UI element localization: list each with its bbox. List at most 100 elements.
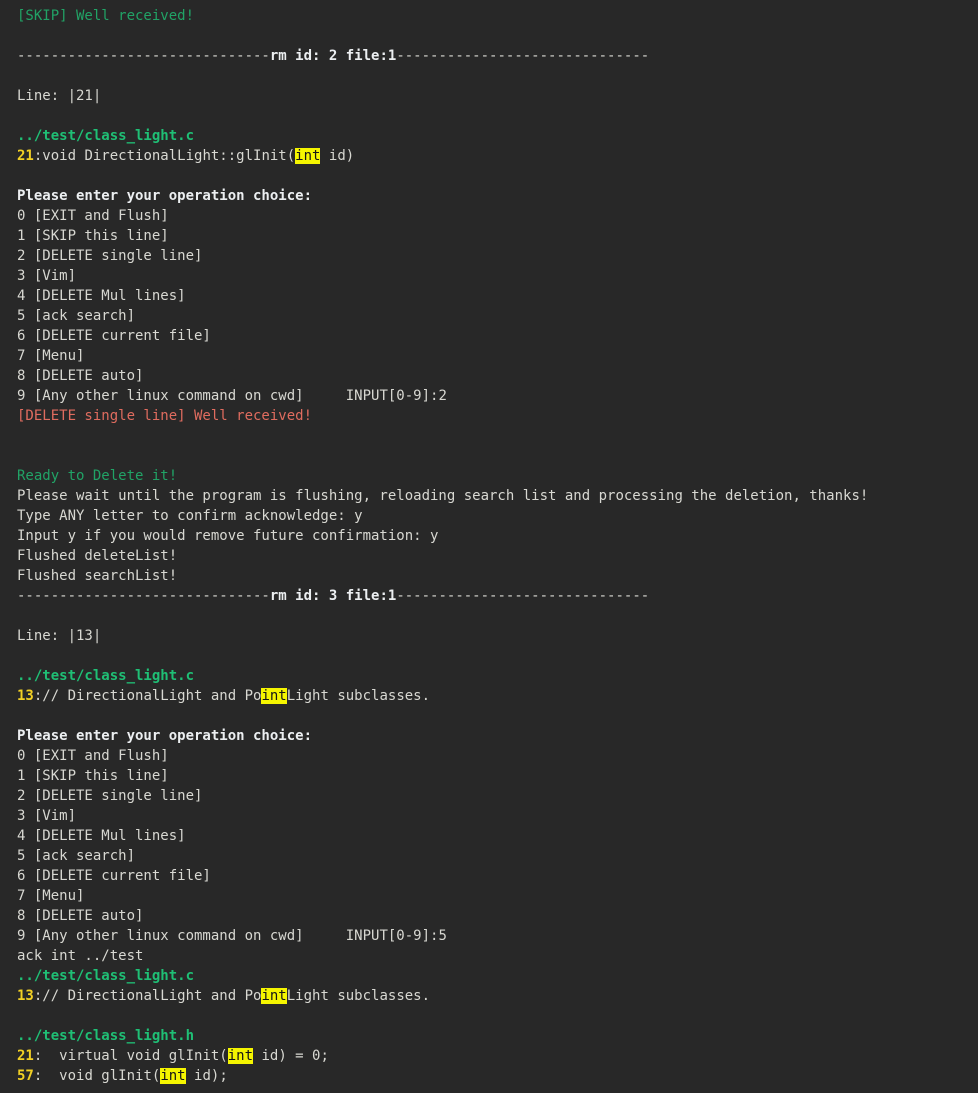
match-text-after: Light subclasses. xyxy=(286,688,431,704)
separator-rm-id-2: ------------------------------rm id: 2 f… xyxy=(17,46,978,66)
please-wait-text: Please wait until the program is flushin… xyxy=(17,488,869,504)
prompt-heading-2: Please enter your operation choice: xyxy=(17,726,978,746)
skip-ack-line: [SKIP] Well received! xyxy=(17,6,978,26)
delete-ack-text: [DELETE single line] Well received! xyxy=(17,408,313,424)
match-text-before: void DirectionalLight::glInit( xyxy=(42,148,296,164)
separator-rm-id-3: ------------------------------rm id: 3 f… xyxy=(17,586,978,606)
menu-item-label: 1 [SKIP this line] xyxy=(17,228,169,244)
match-text-before: void glInit( xyxy=(42,1068,161,1084)
menu-input-gap xyxy=(304,388,346,404)
ack-command-text: ack int ../test xyxy=(17,948,144,964)
menu-item-label: 8 [DELETE auto] xyxy=(17,368,144,384)
menu-item-4[interactable]: 4 [DELETE Mul lines] xyxy=(17,286,978,306)
menu-item-8[interactable]: 8 [DELETE auto] xyxy=(17,366,978,386)
prompt-heading-text: Please enter your operation choice: xyxy=(17,728,313,744)
menu-item-1[interactable]: 1 [SKIP this line] xyxy=(17,766,978,786)
menu-item-label: 6 [DELETE current file] xyxy=(17,868,211,884)
menu-item-5[interactable]: 5 [ack search] xyxy=(17,846,978,866)
please-wait-line: Please wait until the program is flushin… xyxy=(17,486,978,506)
input-value[interactable]: 5 xyxy=(438,928,446,944)
match-text-after: id) = 0; xyxy=(253,1048,329,1064)
file-path-1[interactable]: ../test/class_light.c xyxy=(17,126,978,146)
match-line-3: 13:// DirectionalLight and PointLight su… xyxy=(17,986,978,1006)
match-highlight: int xyxy=(261,688,287,704)
flushed-search-line: Flushed searchList! xyxy=(17,566,978,586)
confirm-ack-line: Type ANY letter to confirm acknowledge: … xyxy=(17,506,978,526)
menu-item-4[interactable]: 4 [DELETE Mul lines] xyxy=(17,826,978,846)
menu-item-label: 2 [DELETE single line] xyxy=(17,248,203,264)
menu-item-8[interactable]: 8 [DELETE auto] xyxy=(17,906,978,926)
skip-ack-text: [SKIP] Well received! xyxy=(17,8,195,24)
confirm-ack-value[interactable]: y xyxy=(354,508,362,524)
menu-item-0[interactable]: 0 [EXIT and Flush] xyxy=(17,746,978,766)
terminal-output: [SKIP] Well received! ------------------… xyxy=(0,0,978,1093)
menu-item-label: 3 [Vim] xyxy=(17,808,77,824)
file-path-2[interactable]: ../test/class_light.c xyxy=(17,666,978,686)
separator-label: rm id: 2 file:1 xyxy=(269,48,397,64)
match-lineno: 13 xyxy=(17,988,34,1004)
file-path-text: ../test/class_light.h xyxy=(17,1028,195,1044)
menu-item-9-with-input-1[interactable]: 9 [Any other linux command on cwd] INPUT… xyxy=(17,386,978,406)
flushed-delete-line: Flushed deleteList! xyxy=(17,546,978,566)
menu-item-6[interactable]: 6 [DELETE current file] xyxy=(17,326,978,346)
future-confirm-line: Input y if you would remove future confi… xyxy=(17,526,978,546)
menu-item-label: 0 [EXIT and Flush] xyxy=(17,748,169,764)
match-lineno: 21 xyxy=(17,1048,34,1064)
menu-item-label: 3 [Vim] xyxy=(17,268,77,284)
menu-item-6[interactable]: 6 [DELETE current file] xyxy=(17,866,978,886)
menu-item-1[interactable]: 1 [SKIP this line] xyxy=(17,226,978,246)
match-text-after: id) xyxy=(320,148,355,164)
input-prompt-label: INPUT[0-9]: xyxy=(345,388,439,404)
menu-item-label: 5 [ack search] xyxy=(17,848,136,864)
match-line-5: 57: void glInit(int id); xyxy=(17,1066,978,1086)
delete-ack-line: [DELETE single line] Well received! xyxy=(17,406,978,426)
menu-item-label: 4 [DELETE Mul lines] xyxy=(17,288,186,304)
match-lineno: 57 xyxy=(17,1068,34,1084)
menu-item-2[interactable]: 2 [DELETE single line] xyxy=(17,786,978,806)
match-line-4: 21: virtual void glInit(int id) = 0; xyxy=(17,1046,978,1066)
match-text-before: virtual void glInit( xyxy=(42,1048,228,1064)
menu-item-3[interactable]: 3 [Vim] xyxy=(17,266,978,286)
future-confirm-value[interactable]: y xyxy=(430,528,438,544)
menu-item-7[interactable]: 7 [Menu] xyxy=(17,886,978,906)
confirm-ack-prompt: Type ANY letter to confirm acknowledge: xyxy=(17,508,355,524)
menu-item-5[interactable]: 5 [ack search] xyxy=(17,306,978,326)
line-indicator-2: Line: |13| xyxy=(17,626,978,646)
match-text-after: id); xyxy=(185,1068,228,1084)
menu-item-label: 8 [DELETE auto] xyxy=(17,908,144,924)
input-value[interactable]: 2 xyxy=(438,388,446,404)
match-highlight: int xyxy=(160,1068,186,1084)
menu-item-label: 6 [DELETE current file] xyxy=(17,328,211,344)
file-path-text: ../test/class_light.c xyxy=(17,128,195,144)
menu-item-7[interactable]: 7 [Menu] xyxy=(17,346,978,366)
menu-item-label: 7 [Menu] xyxy=(17,348,85,364)
match-line-1: 21:void DirectionalLight::glInit(int id) xyxy=(17,146,978,166)
menu-item-label: 0 [EXIT and Flush] xyxy=(17,208,169,224)
flushed-delete-text: Flushed deleteList! xyxy=(17,548,178,564)
separator-label: rm id: 3 file:1 xyxy=(269,588,397,604)
separator-right-dashes: ------------------------------ xyxy=(396,48,650,64)
menu-item-label: 9 [Any other linux command on cwd] xyxy=(17,928,304,944)
menu-item-label: 4 [DELETE Mul lines] xyxy=(17,828,186,844)
menu-item-3[interactable]: 3 [Vim] xyxy=(17,806,978,826)
ready-to-delete-text: Ready to Delete it! xyxy=(17,468,178,484)
menu-item-label: 5 [ack search] xyxy=(17,308,136,324)
menu-item-0[interactable]: 0 [EXIT and Flush] xyxy=(17,206,978,226)
file-path-4[interactable]: ../test/class_light.h xyxy=(17,1026,978,1046)
menu-item-9-with-input-2[interactable]: 9 [Any other linux command on cwd] INPUT… xyxy=(17,926,978,946)
match-lineno: 13 xyxy=(17,688,34,704)
match-highlight: int xyxy=(261,988,287,1004)
menu-item-label: 9 [Any other linux command on cwd] xyxy=(17,388,304,404)
menu-item-2[interactable]: 2 [DELETE single line] xyxy=(17,246,978,266)
file-path-3[interactable]: ../test/class_light.c xyxy=(17,966,978,986)
menu-item-label: 7 [Menu] xyxy=(17,888,85,904)
